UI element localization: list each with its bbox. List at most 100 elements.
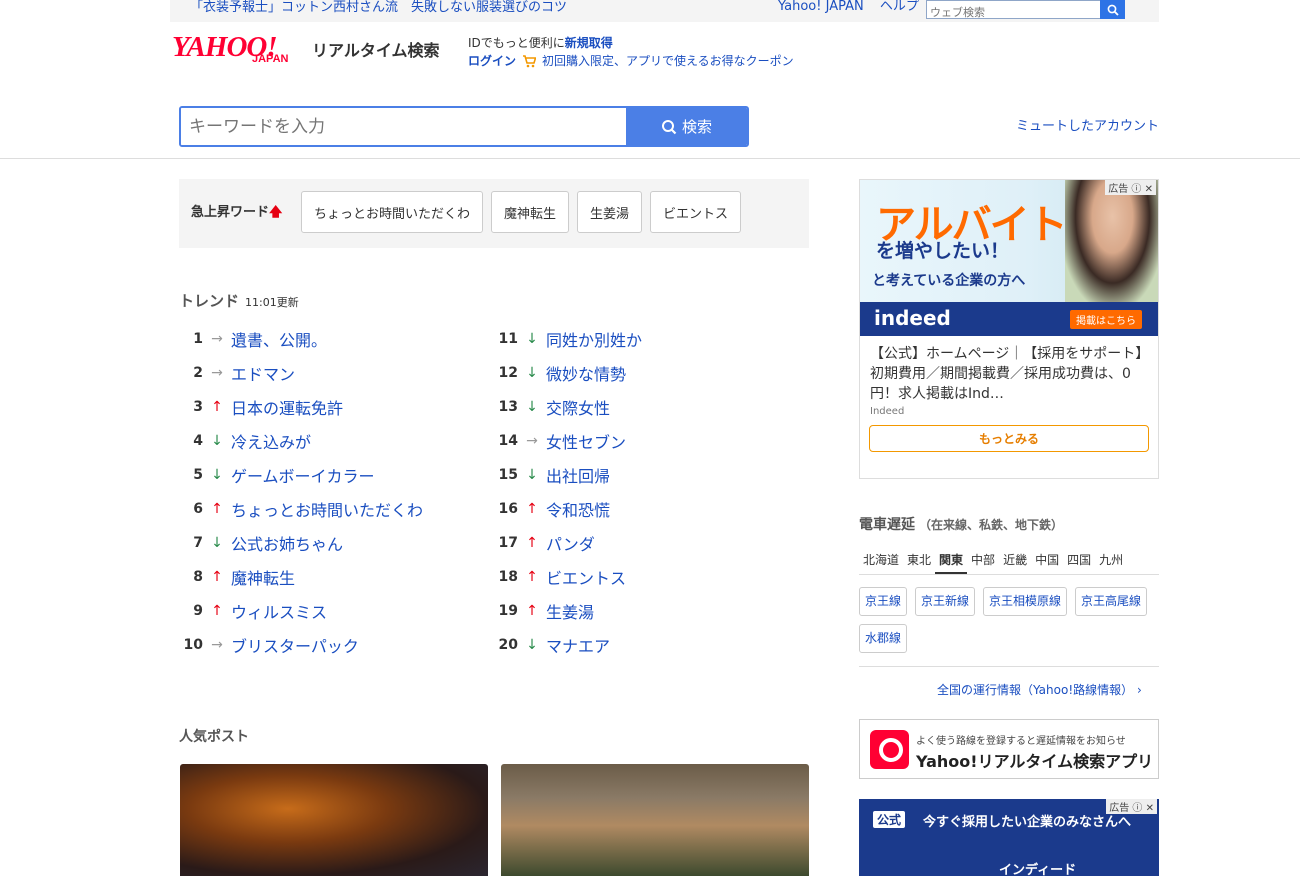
trend-row[interactable]: 16 ↑ 令和恐慌 (494, 492, 794, 526)
trend-word-link[interactable]: 遺書、公開。 (231, 327, 327, 351)
trend-row[interactable]: 4 ↓ 冷え込みが (179, 424, 479, 458)
tab-region[interactable]: 中部 (967, 548, 999, 574)
app-banner[interactable]: よく使う路線を登録すると遅延情報をお知らせ Yahoo!リアルタイム検索アプリ (859, 719, 1159, 779)
trend-word-link[interactable]: 令和恐慌 (546, 497, 610, 521)
trend-word-link[interactable]: 出社回帰 (546, 463, 610, 487)
trend-row[interactable]: 13 ↓ 交際女性 (494, 390, 794, 424)
tab-region[interactable]: 九州 (1095, 548, 1127, 574)
ad-more-button[interactable]: もっとみる (869, 425, 1149, 452)
logo-sub: JAPAN (252, 53, 289, 65)
trend-row[interactable]: 17 ↑ パンダ (494, 526, 794, 560)
rising-arrow-icon: 🡅 (269, 205, 283, 220)
train-line-link[interactable]: 京王線 (859, 587, 908, 616)
ad-text[interactable]: 【公式】ホームページ｜【採用をサポート】初期費用／期間掲載費／採用成功費は、0円… (870, 344, 1150, 404)
trend-row[interactable]: 10 → ブリスターパック (179, 628, 479, 662)
top-bar: 「衣装予報士」コットン西村さん流 失敗しない服装選びのコツ Yahoo! JAP… (170, 0, 1159, 22)
tab-region[interactable]: 四国 (1063, 548, 1095, 574)
search-input[interactable] (181, 108, 626, 145)
trend-row[interactable]: 7 ↓ 公式お姉ちゃん (179, 526, 479, 560)
trend-word-link[interactable]: ちょっとお時間いただくわ (231, 497, 423, 521)
trend-list-2: 11 ↓ 同姓か別姓か 12 ↓ 微妙な情勢 13 ↓ 交際女性 14 → 女性セブン 15 ↓ 出社回帰 1… (494, 322, 794, 662)
trend-row[interactable]: 5 ↓ ゲームボーイカラー (179, 458, 479, 492)
trend-word-link[interactable]: 女性セブン (546, 429, 626, 453)
trend-row[interactable]: 8 ↑ 魔神転生 (179, 560, 479, 594)
trend-word-link[interactable]: エドマン (231, 361, 295, 385)
rising-label: 急上昇ワード🡅 (191, 205, 283, 220)
rising-chip[interactable]: 生姜湯 (577, 191, 643, 233)
web-search-button[interactable] (1100, 0, 1125, 19)
trend-row[interactable]: 18 ↑ ビエントス (494, 560, 794, 594)
trend-word-link[interactable]: ビエントス (546, 565, 626, 589)
ad-tag[interactable]: 広告 ⓘ ✕ (1105, 180, 1156, 195)
service-name[interactable]: リアルタイム検索 (312, 37, 440, 61)
train-line-link[interactable]: 京王相模原線 (983, 587, 1068, 616)
trend-row[interactable]: 20 ↓ マナエア (494, 628, 794, 662)
trend-word-link[interactable]: 公式お姉ちゃん (231, 531, 343, 555)
muted-accounts-link[interactable]: ミュートしたアカウント (1016, 115, 1159, 134)
trend-word-link[interactable]: 日本の運転免許 (231, 395, 343, 419)
tab-region[interactable]: 近畿 (999, 548, 1031, 574)
trend-word-link[interactable]: 冷え込みが (231, 429, 311, 453)
search-box: 検索 (179, 106, 749, 147)
search-button-label: 検索 (681, 118, 712, 136)
promo-link[interactable]: 「衣装予報士」コットン西村さん流 失敗しない服装選びのコツ (190, 0, 567, 15)
search-icon (661, 119, 677, 134)
trend-word-link[interactable]: 魔神転生 (231, 565, 295, 589)
tab-region[interactable]: 中国 (1031, 548, 1063, 574)
web-search-input[interactable] (927, 4, 1103, 21)
yahoo-logo[interactable]: YAHOO! JAPAN (172, 32, 312, 72)
coupon-link[interactable]: 初回購入限定、アプリで使えるお得なクーポン (542, 52, 794, 70)
trend-word-link[interactable]: 生姜湯 (546, 599, 594, 623)
ad-source: Indeed (870, 406, 905, 417)
trend-row[interactable]: 11 ↓ 同姓か別姓か (494, 322, 794, 356)
trend-row[interactable]: 3 ↑ 日本の運転免許 (179, 390, 479, 424)
trend-word-link[interactable]: 交際女性 (546, 395, 610, 419)
close-icon[interactable]: ✕ (1145, 184, 1153, 195)
rising-chip[interactable]: 魔神転生 (491, 191, 570, 233)
train-line-link[interactable]: 京王高尾線 (1075, 587, 1148, 616)
trend-row[interactable]: 14 → 女性セブン (494, 424, 794, 458)
login-link[interactable]: ログイン (468, 52, 516, 70)
train-line-link[interactable]: 京王新線 (915, 587, 976, 616)
all-routes-link[interactable]: 全国の運行情報（Yahoo!路線情報） › (937, 681, 1142, 698)
trend-up-arrow-icon: ↑ (211, 603, 223, 619)
close-icon[interactable]: ✕ (1146, 803, 1154, 814)
app-banner-name: Yahoo!リアルタイム検索アプリ (916, 752, 1154, 771)
train-line-link[interactable]: 水郡線 (859, 624, 908, 653)
trend-word-link[interactable]: ブリスターパック (231, 633, 359, 657)
trend-word-link[interactable]: 同姓か別姓か (546, 327, 642, 351)
trend-row[interactable]: 1 → 遺書、公開。 (179, 322, 479, 356)
popular-post-image[interactable] (501, 764, 809, 876)
trend-word-link[interactable]: ゲームボーイカラー (231, 463, 375, 487)
rising-words: 急上昇ワード🡅 ちょっとお時間いただくわ 魔神転生 生姜湯 ビエントス (179, 179, 809, 248)
ad-banner[interactable]: アルバイト を増やしたい！ と考えている企業の方へ indeed 掲載はこちら … (859, 179, 1159, 479)
register-link[interactable]: 新規取得 (565, 36, 613, 50)
trend-row[interactable]: 12 ↓ 微妙な情勢 (494, 356, 794, 390)
ad-tag[interactable]: 広告 ⓘ ✕ (1106, 799, 1157, 814)
trend-row[interactable]: 19 ↑ 生姜湯 (494, 594, 794, 628)
tab-region[interactable]: 北海道 (859, 548, 903, 574)
trend-flat-arrow-icon: → (211, 637, 223, 653)
trend-word-link[interactable]: パンダ (546, 531, 595, 555)
trend-row[interactable]: 2 → エドマン (179, 356, 479, 390)
yahoo-japan-link[interactable]: Yahoo! JAPAN (778, 0, 864, 14)
trend-word-link[interactable]: 微妙な情勢 (546, 361, 626, 385)
rising-chip[interactable]: ちょっとお時間いただくわ (301, 191, 484, 233)
trend-rank: 1 (193, 331, 203, 347)
popular-post-image[interactable] (180, 764, 488, 876)
ad-banner-2[interactable]: 公式 今すぐ採用したい企業のみなさんへ インディード 広告 ⓘ ✕ (859, 799, 1159, 876)
trend-row[interactable]: 9 ↑ ウィルスミス (179, 594, 479, 628)
trend-rank: 15 (498, 467, 518, 483)
header-divider (0, 158, 1300, 159)
trend-word-link[interactable]: マナエア (546, 633, 610, 657)
tab-region-active[interactable]: 関東 (935, 548, 968, 574)
id-info: IDでもっと便利に新規取得 ログイン 初回購入限定、アプリで使えるお得なクーポン (468, 34, 794, 70)
search-button[interactable]: 検索 (626, 108, 747, 145)
trend-row[interactable]: 15 ↓ 出社回帰 (494, 458, 794, 492)
tab-region[interactable]: 東北 (903, 548, 935, 574)
rising-chip[interactable]: ビエントス (650, 191, 742, 233)
trend-row[interactable]: 6 ↑ ちょっとお時間いただくわ (179, 492, 479, 526)
trend-word-link[interactable]: ウィルスミス (231, 599, 327, 623)
help-link[interactable]: ヘルプ (880, 0, 919, 14)
ad-image[interactable]: アルバイト を増やしたい！ と考えている企業の方へ indeed 掲載はこちら … (860, 180, 1158, 336)
